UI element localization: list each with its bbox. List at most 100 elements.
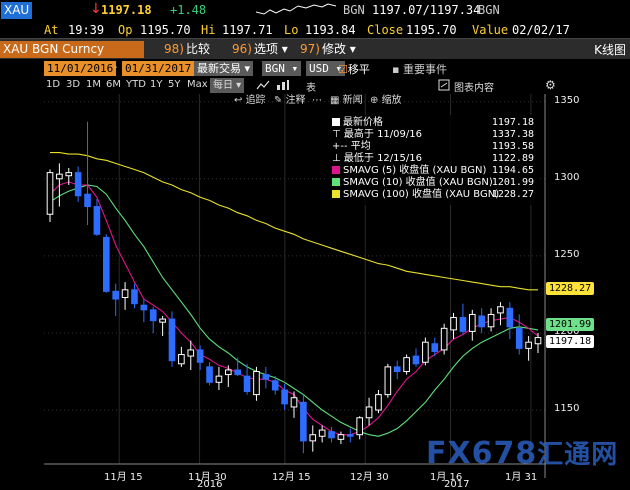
events-label: 重要事件 — [402, 63, 447, 76]
legend-value: 1122.89 — [491, 153, 534, 164]
end-date-input[interactable]: 01/31/2017 — [122, 61, 195, 76]
quote-source: BGN — [343, 3, 365, 17]
legend-sma5: SMAVG (5) 收盘值 (XAU BGN) — [332, 165, 486, 177]
period-ytd[interactable]: YTD — [126, 79, 146, 90]
chart-legend[interactable]: 最新价格 1197.18 ⊤ 最高于 11/09/16 1337.38 +-- … — [328, 115, 538, 205]
candle-body — [328, 431, 335, 439]
options-button[interactable]: 96) 选项 ▾ — [232, 41, 288, 58]
candle-body — [375, 394, 382, 411]
candle-body — [168, 318, 176, 362]
security-toolbar: XAU BGN Curncy 98) 比较 96) 选项 ▾ 97) 修改 ▾ K线图 — [0, 38, 630, 59]
candle-body — [403, 357, 410, 372]
period-3d[interactable]: 3D — [66, 79, 80, 90]
quote-source-2: BGN — [478, 3, 500, 17]
chart-type-title: K线图 — [594, 43, 626, 57]
close-label: Close — [367, 23, 404, 37]
quote-bar: XAU ↓ 1197.18 +1.48 BGN 1197.07/1197.34 … — [0, 0, 630, 21]
low-marker-icon: ⊥ — [332, 153, 344, 164]
frequency-label: 每日 — [213, 80, 233, 91]
bar-chart-icon[interactable] — [276, 79, 290, 94]
candle-body — [196, 349, 204, 363]
legend-last-price: 最新价格 — [332, 117, 383, 129]
sma100-badge: 1228.27 — [546, 282, 595, 296]
line-chart-icon[interactable] — [256, 79, 270, 94]
chart-content-icon[interactable] — [438, 79, 450, 94]
candle-body — [262, 374, 270, 380]
checkbox-checked-icon: ☑ — [338, 63, 348, 76]
candle-body — [102, 236, 110, 292]
events-toggle[interactable]: ▪ 重要事件 — [392, 61, 447, 77]
legend-swatch — [332, 166, 340, 174]
period-1y[interactable]: 1Y — [150, 79, 162, 90]
checkbox-icon: ▪ — [392, 63, 400, 76]
last-price-badge: 1197.18 — [546, 334, 595, 348]
legend-label: 最高于 11/09/16 — [343, 129, 422, 140]
legend-swatch — [332, 178, 340, 186]
stats-row: At 19:39 Op 1195.70 Hi 1197.71 Lo 1193.8… — [0, 21, 630, 38]
at-label: At — [44, 23, 59, 37]
candle-body — [149, 309, 157, 322]
legend-label: SMAVG (5) 收盘值 (XAU BGN) — [343, 165, 487, 176]
start-date-input[interactable]: 11/01/2016 — [44, 61, 117, 76]
source-select[interactable]: BGN ▾ — [262, 61, 302, 76]
x-tick: 11月 15 — [104, 472, 143, 483]
candle-body — [131, 289, 138, 305]
candle-body — [290, 397, 298, 408]
move-toggle[interactable]: ☑移平 — [338, 61, 370, 77]
period-max[interactable]: Max — [187, 79, 208, 90]
candle-body — [450, 317, 457, 331]
trade-mode-select[interactable]: 最新交易 ▾ — [194, 61, 254, 76]
candle-body — [243, 375, 251, 393]
candle-body — [46, 172, 54, 215]
gear-icon[interactable]: ⚙ — [545, 78, 556, 92]
modify-num: 97) — [300, 42, 320, 56]
candle-body — [337, 434, 345, 440]
period-1m[interactable]: 1M — [86, 79, 101, 90]
chart-content-label[interactable]: 图表内容 — [454, 79, 494, 94]
candle-body — [393, 366, 401, 372]
candle-body — [422, 341, 429, 363]
candle-body — [224, 369, 232, 376]
compare-label: 比较 — [185, 42, 210, 56]
security-name[interactable]: XAU BGN Curncy — [0, 41, 144, 58]
options-num: 96) — [232, 42, 252, 56]
candle-body — [515, 327, 523, 349]
at-value: 19:39 — [68, 23, 105, 37]
low-value: 1193.84 — [305, 23, 356, 37]
legend-high: ⊤ 最高于 11/09/16 — [332, 129, 422, 141]
open-label: Op — [118, 23, 133, 37]
candle-body — [112, 290, 120, 300]
candle-body — [178, 354, 185, 365]
candle-body — [281, 389, 288, 405]
compare-button[interactable]: 98) 比较 — [164, 41, 210, 58]
ticker-label[interactable]: XAU — [1, 2, 33, 19]
down-arrow-icon: ↓ — [90, 1, 102, 17]
candle-body — [271, 380, 279, 391]
period-5y[interactable]: 5Y — [168, 79, 180, 90]
candle-body — [478, 315, 486, 328]
candle-body — [431, 343, 439, 352]
candle-body — [74, 172, 82, 197]
watermark-brand2: 汇通网 — [537, 440, 619, 470]
legend-label: 最低于 12/15/16 — [343, 153, 422, 164]
close-value: 1195.70 — [406, 23, 457, 37]
modify-label: 修改 — [321, 42, 346, 56]
legend-sma100: SMAVG (100) 收盘值 (XAU BGN) — [332, 189, 499, 201]
legend-label: 最新价格 — [343, 117, 383, 128]
options-label: 选项 — [253, 42, 278, 56]
table-button[interactable]: 表 — [306, 79, 316, 94]
sma10-badge: 1201.99 — [546, 318, 595, 332]
low-label: Lo — [284, 23, 299, 37]
candle-body — [459, 317, 467, 332]
legend-average: +-- 平均 — [332, 141, 371, 153]
candle-body — [215, 375, 223, 383]
last-price: 1197.18 — [101, 3, 152, 17]
x-tick: 12月 15 — [272, 472, 311, 483]
modify-button[interactable]: 97) 修改 ▾ — [300, 41, 356, 58]
period-6m[interactable]: 6M — [106, 79, 121, 90]
frequency-select[interactable]: 每日 ▾ — [210, 78, 245, 93]
y-tick: 1300 — [554, 171, 580, 183]
period-1d[interactable]: 1D — [46, 79, 60, 90]
legend-swatch — [332, 118, 340, 126]
candle-body — [56, 173, 63, 180]
